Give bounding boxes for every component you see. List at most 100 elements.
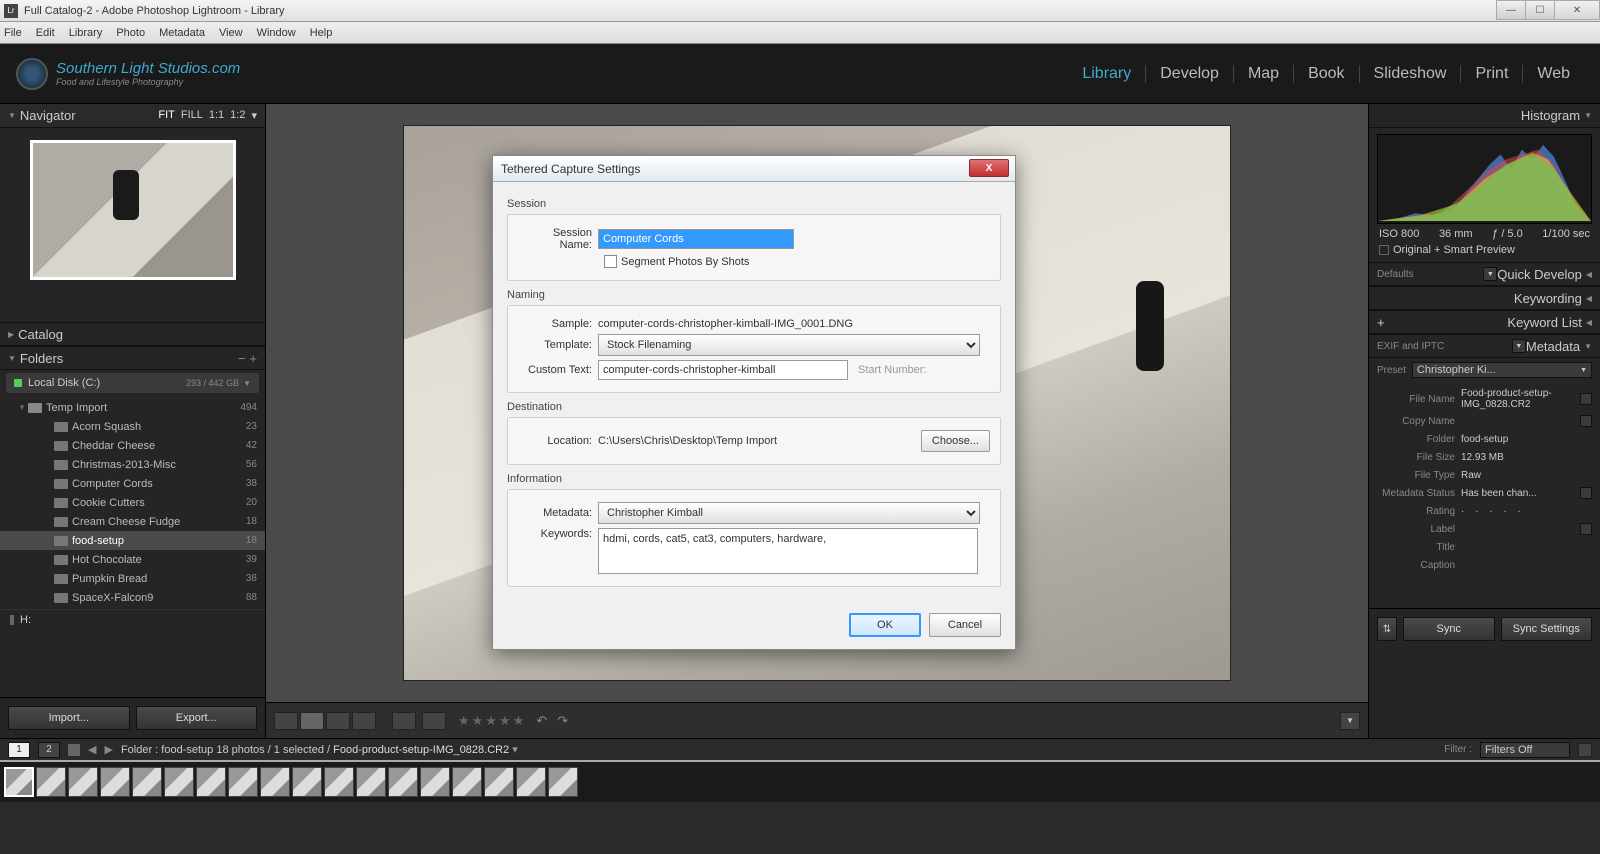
module-book[interactable]: Book <box>1294 65 1359 83</box>
filter-lock-button[interactable] <box>1578 743 1592 757</box>
menu-file[interactable]: File <box>4 27 22 39</box>
segment-checkbox[interactable] <box>604 255 617 268</box>
module-print[interactable]: Print <box>1461 65 1523 83</box>
folder-row[interactable]: SpaceX-Falcon988 <box>0 588 265 607</box>
metadata-action-icon[interactable] <box>1580 523 1592 535</box>
filmstrip-thumb[interactable] <box>228 767 258 797</box>
toolbar-dropdown[interactable]: ▼ <box>1340 712 1360 730</box>
menu-edit[interactable]: Edit <box>36 27 55 39</box>
folders-plus[interactable]: + <box>249 351 257 366</box>
catalog-header[interactable]: ▶ Catalog <box>0 322 265 346</box>
nav-zoom-arrow[interactable]: ▾ <box>251 109 257 122</box>
custom-text-input[interactable] <box>598 360 848 380</box>
minimize-button[interactable]: — <box>1496 0 1526 20</box>
sync-settings-button[interactable]: Sync Settings <box>1501 617 1593 641</box>
nav-1-1[interactable]: 1:1 <box>209 109 224 122</box>
maximize-button[interactable]: ☐ <box>1525 0 1555 20</box>
metadata-select[interactable]: Christopher Kimball <box>598 502 980 524</box>
menu-library[interactable]: Library <box>69 27 103 39</box>
nav-fit[interactable]: FIT <box>158 109 175 122</box>
grid-view-button[interactable] <box>274 712 298 730</box>
dropdown-icon[interactable]: ▼ <box>1512 339 1526 353</box>
menu-photo[interactable]: Photo <box>116 27 145 39</box>
menu-help[interactable]: Help <box>310 27 333 39</box>
secondary-screen-1[interactable]: 1 <box>8 742 30 758</box>
folder-row[interactable]: Cream Cheese Fudge18 <box>0 512 265 531</box>
folder-row[interactable]: Christmas-2013-Misc56 <box>0 455 265 474</box>
filmstrip-thumb[interactable] <box>100 767 130 797</box>
keywording-header[interactable]: Keywording ◀ <box>1369 286 1600 310</box>
filmstrip[interactable] <box>0 760 1600 802</box>
sync-lock-button[interactable]: ⇅ <box>1377 617 1397 641</box>
module-library[interactable]: Library <box>1068 65 1146 83</box>
module-develop[interactable]: Develop <box>1146 65 1234 83</box>
menu-window[interactable]: Window <box>257 27 296 39</box>
flag-button[interactable] <box>392 712 416 730</box>
close-button[interactable]: ✕ <box>1554 0 1600 20</box>
template-select[interactable]: Stock Filenaming <box>598 334 980 356</box>
filmstrip-thumb[interactable] <box>36 767 66 797</box>
nav-back-icon[interactable]: ◀ <box>88 743 96 756</box>
folder-row[interactable]: Cheddar Cheese42 <box>0 436 265 455</box>
plus-icon[interactable]: + <box>1377 315 1385 330</box>
metadata-action-icon[interactable] <box>1580 487 1592 499</box>
quick-develop-header[interactable]: Defaults ▼ Quick Develop ◀ <box>1369 262 1600 286</box>
drive-h-row[interactable]: H: <box>0 609 265 630</box>
compare-view-button[interactable] <box>326 712 350 730</box>
folder-row[interactable]: Pumpkin Bread38 <box>0 569 265 588</box>
metadata-action-icon[interactable] <box>1580 393 1592 405</box>
metadata-action-icon[interactable] <box>1580 415 1592 427</box>
filmstrip-thumb[interactable] <box>356 767 386 797</box>
folder-row[interactable]: food-setup18 <box>0 531 265 550</box>
nav-1-2[interactable]: 1:2 <box>230 109 245 122</box>
navigator-thumbnail[interactable] <box>30 140 236 280</box>
session-name-input[interactable] <box>598 229 794 249</box>
filmstrip-thumb[interactable] <box>484 767 514 797</box>
filmstrip-thumb[interactable] <box>548 767 578 797</box>
identity-plate[interactable]: Southern Light Studios.com Food and Life… <box>16 58 240 90</box>
filmstrip-thumb[interactable] <box>196 767 226 797</box>
metadata-header[interactable]: EXIF and IPTC ▼ Metadata ▼ <box>1369 334 1600 358</box>
survey-view-button[interactable] <box>352 712 376 730</box>
dropdown-icon[interactable]: ▼ <box>1483 267 1497 281</box>
menu-view[interactable]: View <box>219 27 243 39</box>
histogram-header[interactable]: Histogram ▼ <box>1369 104 1600 128</box>
keywords-input[interactable]: hdmi, cords, cat5, cat3, computers, hard… <box>598 528 978 574</box>
filmstrip-thumb[interactable] <box>516 767 546 797</box>
folders-header[interactable]: ▼ Folders − + <box>0 346 265 370</box>
cancel-button[interactable]: Cancel <box>929 613 1001 637</box>
filter-select[interactable]: Filters Off <box>1480 742 1570 758</box>
grid-icon[interactable] <box>68 744 80 756</box>
filmstrip-thumb[interactable] <box>324 767 354 797</box>
ok-button[interactable]: OK <box>849 613 921 637</box>
dialog-close-button[interactable]: X <box>969 159 1009 177</box>
secondary-screen-2[interactable]: 2 <box>38 742 60 758</box>
module-map[interactable]: Map <box>1234 65 1294 83</box>
folder-row[interactable]: Computer Cords38 <box>0 474 265 493</box>
module-web[interactable]: Web <box>1523 65 1584 83</box>
export-button[interactable]: Export... <box>136 706 258 730</box>
nav-fwd-icon[interactable]: ▶ <box>104 743 112 756</box>
folder-row[interactable]: Cookie Cutters20 <box>0 493 265 512</box>
metadata-preset-select[interactable]: Christopher Ki... ▼ <box>1412 362 1592 378</box>
filmstrip-thumb[interactable] <box>420 767 450 797</box>
nav-fill[interactable]: FILL <box>181 109 203 122</box>
loupe-view-button[interactable] <box>300 712 324 730</box>
keyword-list-header[interactable]: + Keyword List ◀ <box>1369 310 1600 334</box>
module-slideshow[interactable]: Slideshow <box>1360 65 1462 83</box>
next-photo-button[interactable]: ↷ <box>557 713 568 729</box>
filmstrip-thumb[interactable] <box>164 767 194 797</box>
folder-root[interactable]: ▼ Temp Import 494 <box>0 398 265 417</box>
filmstrip-thumb[interactable] <box>132 767 162 797</box>
filmstrip-thumb[interactable] <box>292 767 322 797</box>
filmstrip-thumb[interactable] <box>68 767 98 797</box>
folder-row[interactable]: Acorn Squash23 <box>0 417 265 436</box>
filmstrip-thumb[interactable] <box>4 767 34 797</box>
folders-minus[interactable]: − <box>238 351 246 366</box>
import-button[interactable]: Import... <box>8 706 130 730</box>
filmstrip-thumb[interactable] <box>388 767 418 797</box>
prev-photo-button[interactable]: ↶ <box>536 713 547 729</box>
folder-row[interactable]: Hot Chocolate39 <box>0 550 265 569</box>
filmstrip-thumb[interactable] <box>260 767 290 797</box>
filmstrip-thumb[interactable] <box>452 767 482 797</box>
